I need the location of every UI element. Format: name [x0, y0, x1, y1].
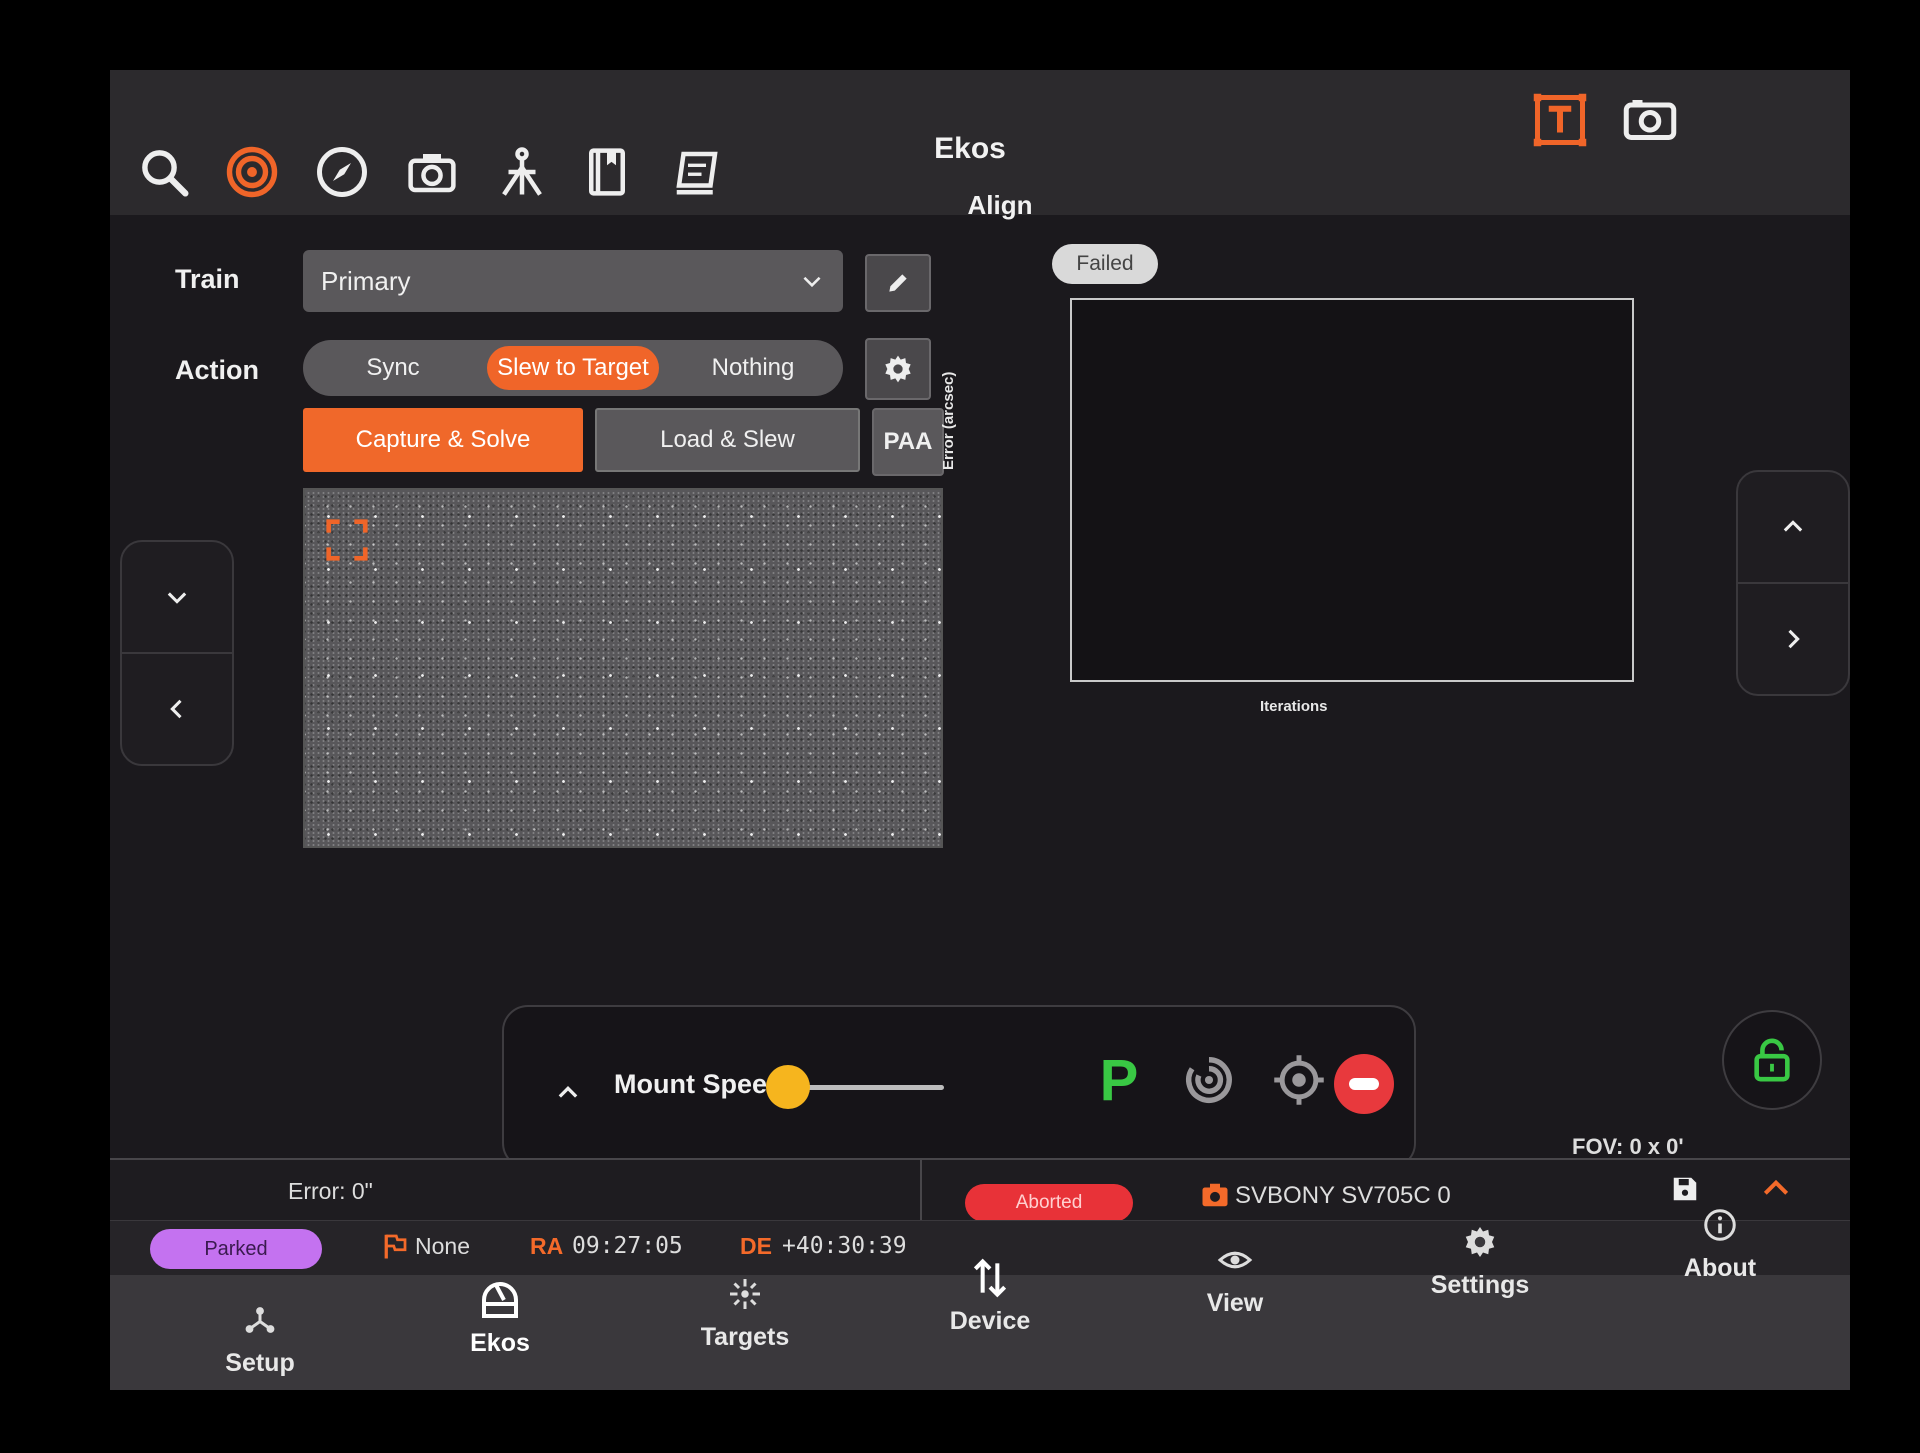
previous-page-button[interactable] — [122, 652, 232, 764]
error-plot — [1070, 298, 1634, 682]
train-label: Train — [175, 264, 240, 294]
train-value: Primary — [321, 265, 411, 296]
park-icon: P — [1099, 1047, 1139, 1113]
fov-readout: FOV: 0 x 0' — [1572, 1134, 1684, 1159]
plot-x-axis-label: Iterations — [1260, 698, 1328, 715]
nav-ekos-label: Ekos — [470, 1329, 530, 1357]
load-slew-button[interactable]: Load & Slew — [595, 408, 860, 472]
nav-view[interactable]: View — [1145, 1235, 1325, 1318]
stop-mount-button[interactable] — [1329, 1049, 1399, 1119]
camera-icon[interactable] — [400, 140, 464, 204]
eye-icon — [1217, 1251, 1253, 1269]
align-image-view[interactable] — [303, 488, 943, 848]
mount-control-bar: Mount Speed P — [502, 1005, 1416, 1169]
mount-speed-label: Mount Speed — [614, 1069, 784, 1099]
nav-settings-label: Settings — [1430, 1271, 1530, 1299]
text-frame-icon[interactable] — [1530, 90, 1590, 150]
nav-setup-label: Setup — [225, 1349, 295, 1377]
search-icon[interactable] — [132, 140, 196, 204]
nav-about-label: About — [1683, 1254, 1757, 1282]
action-sync[interactable]: Sync — [307, 346, 479, 390]
ra-value: 09:27:05 — [572, 1233, 683, 1259]
tripod-icon[interactable] — [490, 140, 554, 204]
nav-about[interactable]: About — [1630, 1200, 1810, 1283]
mount-state-badge: Parked — [150, 1229, 322, 1269]
compass-icon[interactable] — [310, 140, 374, 204]
top-toolbar: Ekos Align — [110, 70, 1850, 220]
align-error: Error: 0" — [288, 1178, 373, 1204]
chevron-up-icon — [1783, 520, 1803, 532]
mount-speed-knob[interactable] — [766, 1065, 810, 1109]
action-label: Action — [175, 355, 259, 385]
nav-view-label: View — [1206, 1289, 1264, 1317]
nav-ekos[interactable]: Ekos — [410, 1275, 590, 1358]
camera-status-icon — [1202, 1183, 1228, 1207]
book-icon[interactable] — [575, 140, 639, 204]
target-name: None — [415, 1233, 470, 1259]
action-slew-to-target[interactable]: Slew to Target — [487, 346, 659, 390]
center-target-button[interactable] — [1264, 1045, 1334, 1115]
nav-targets[interactable]: Targets — [655, 1269, 835, 1352]
park-button[interactable]: P — [1084, 1045, 1154, 1115]
tracking-button[interactable] — [1174, 1045, 1244, 1115]
align-settings-button[interactable] — [865, 338, 931, 400]
camera-name: SVBONY SV705C 0 — [1235, 1182, 1451, 1209]
solve-status-badge: Failed — [1052, 244, 1158, 284]
nav-device[interactable]: Device — [900, 1253, 1080, 1336]
plot-y-axis-label: Error (arcsec) — [940, 371, 957, 470]
status-row-top: Error: 0" Aborted SVBONY SV705C 0 FOV: 0… — [110, 1134, 1850, 1280]
action-nothing[interactable]: Nothing — [667, 346, 839, 390]
lock-button[interactable] — [1722, 1010, 1822, 1110]
gear-icon — [1465, 1227, 1495, 1257]
nav-settings[interactable]: Settings — [1390, 1217, 1570, 1300]
edit-train-button[interactable] — [865, 254, 931, 312]
de-value: +40:30:39 — [782, 1233, 907, 1259]
capture-solve-button[interactable]: Capture & Solve — [303, 408, 583, 472]
train-dropdown[interactable]: Primary — [303, 250, 843, 312]
pencil-icon — [889, 274, 907, 292]
de-label: DE — [740, 1233, 772, 1259]
collapse-up-button[interactable] — [1738, 472, 1848, 582]
left-nav-pad — [120, 540, 234, 766]
nav-targets-label: Targets — [700, 1323, 790, 1351]
app-title: Ekos — [934, 132, 1006, 165]
screenshot-icon[interactable] — [1620, 90, 1680, 150]
chevron-right-icon — [1788, 629, 1800, 649]
module-title: Align — [967, 190, 1033, 220]
nav-device-label: Device — [949, 1307, 1031, 1335]
scheduler-icon[interactable] — [665, 140, 729, 204]
right-nav-pad — [1736, 470, 1850, 696]
focus-frame-icon[interactable] — [325, 518, 369, 562]
next-page-button[interactable] — [1738, 582, 1848, 694]
chevron-down-icon — [803, 276, 821, 288]
mount-speed-slider[interactable] — [794, 1085, 944, 1090]
stop-icon — [1334, 1054, 1394, 1114]
nav-setup[interactable]: Setup — [170, 1295, 350, 1378]
ekos-icon — [482, 1282, 518, 1318]
align-target-icon[interactable] — [220, 140, 284, 204]
expand-mount-icon[interactable] — [554, 1079, 582, 1107]
ekos-screen: Ekos Align Train Primary Action Sync Sle… — [110, 70, 1850, 1390]
target-flag-icon — [384, 1234, 407, 1259]
collapse-down-button[interactable] — [122, 542, 232, 652]
tracking-icon — [1186, 1057, 1232, 1103]
bottom-navigation: Setup Ekos Targets Device View Settings … — [110, 1209, 1850, 1390]
info-icon — [1704, 1209, 1736, 1241]
align-state-badge: Aborted — [965, 1184, 1133, 1222]
device-icon — [973, 1258, 1007, 1298]
chevron-left-icon — [170, 699, 182, 719]
ra-label: RA — [530, 1233, 564, 1259]
unlock-icon — [1754, 1038, 1790, 1082]
crosshair-icon — [1274, 1055, 1324, 1105]
action-selector: Sync Slew to Target Nothing — [303, 340, 843, 396]
gear-icon — [885, 355, 911, 383]
paa-button[interactable]: PAA — [872, 408, 944, 476]
targets-icon — [730, 1279, 760, 1309]
chevron-down-icon — [167, 592, 187, 604]
setup-icon — [245, 1307, 275, 1333]
